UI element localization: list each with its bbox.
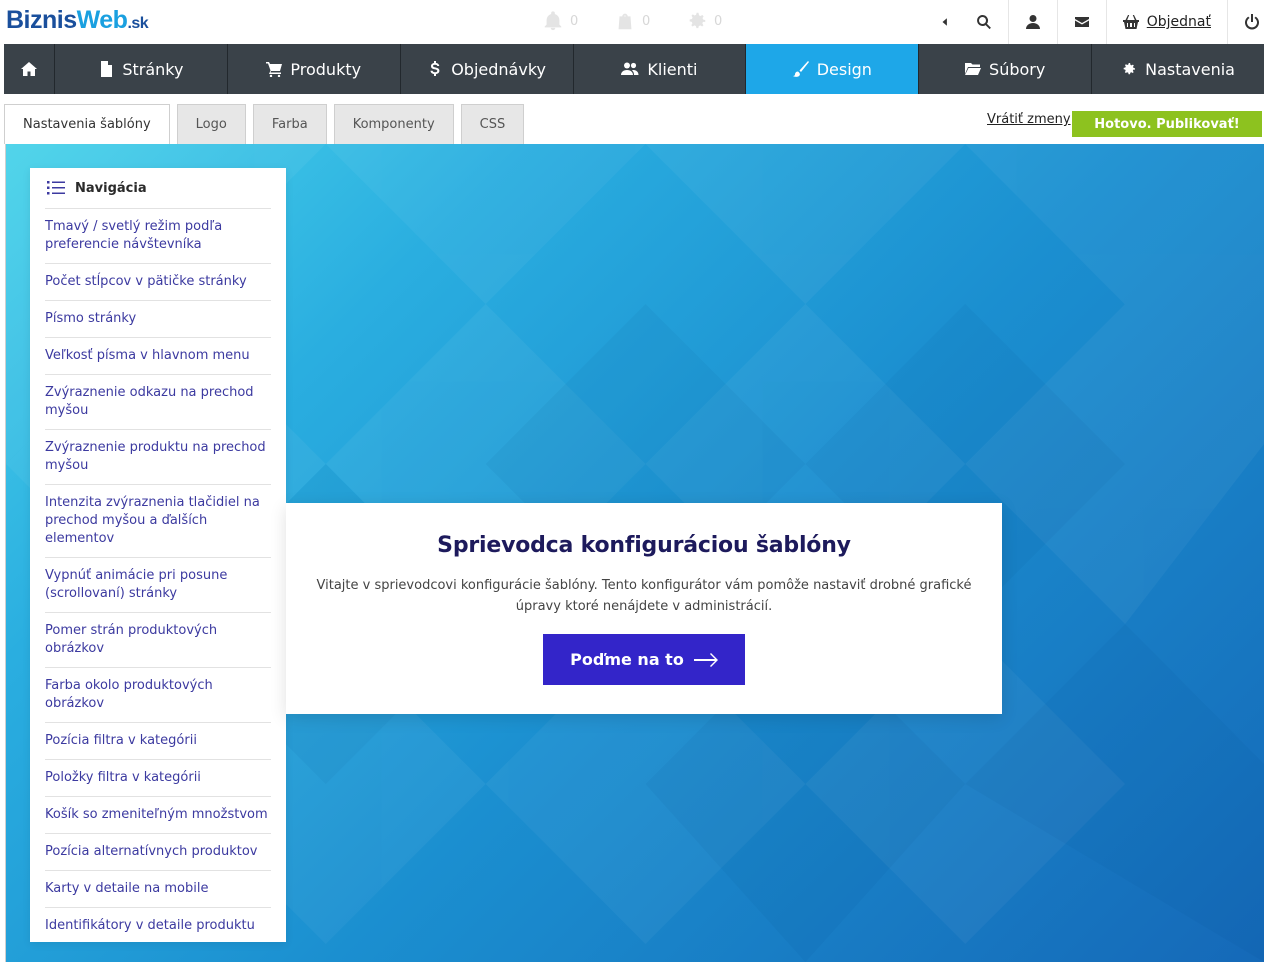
nav-link-filter-position[interactable]: Pozícia filtra v kategórii — [45, 723, 271, 760]
nav-link-product-identifiers[interactable]: Identifikátory v detaile produktu — [45, 908, 271, 944]
nav-orders-label: Objednávky — [451, 59, 546, 79]
dollar-icon — [430, 61, 440, 76]
list-icon — [47, 181, 65, 195]
navigation-header: Navigácia — [45, 168, 271, 209]
notification-bell[interactable]: 0 — [542, 10, 578, 32]
envelope-icon — [1074, 17, 1089, 27]
tab-css[interactable]: CSS — [460, 104, 525, 144]
notification-count: 0 — [642, 13, 651, 29]
nav-settings-label: Nastavenia — [1145, 59, 1235, 79]
nav-files-label: Súbory — [989, 59, 1046, 79]
notification-count: 0 — [714, 13, 723, 29]
start-wizard-label: Poďme na to — [570, 650, 684, 669]
tab-template-settings[interactable]: Nastavenia šablóny — [4, 104, 170, 144]
nav-link-link-hover[interactable]: Zvýraznenie odkazu na prechod myšou — [45, 375, 271, 430]
navigation-title: Navigácia — [75, 180, 147, 196]
tab-color[interactable]: Farba — [252, 104, 327, 144]
logout-button[interactable] — [1227, 0, 1270, 44]
notification-count: 0 — [570, 13, 579, 29]
order-link[interactable]: Objednať — [1147, 14, 1211, 30]
nav-link-alternative-products[interactable]: Pozícia alternatívnych produktov — [45, 834, 271, 871]
nav-link-product-hover[interactable]: Zvýraznenie produktu na prechod myšou — [45, 430, 271, 485]
nav-pages[interactable]: Stránky — [55, 44, 228, 94]
nav-link-menu-font-size[interactable]: Veľkosť písma v hlavnom menu — [45, 338, 271, 375]
toolbar: Objednať — [930, 0, 1270, 44]
notification-settings[interactable]: 0 — [686, 10, 722, 32]
design-tabs: Nastavenia šablóny Logo Farba Komponenty… — [4, 104, 525, 144]
bell-icon — [544, 11, 562, 31]
brand-logo[interactable]: BiznisWeb.sk — [6, 6, 149, 35]
nav-link-button-hover-intensity[interactable]: Intenzita zvýraznenia tlačidiel na prech… — [45, 485, 271, 558]
caret-left-icon — [942, 18, 947, 26]
page-icon — [101, 61, 113, 77]
nav-orders[interactable]: Objednávky — [401, 44, 574, 94]
revert-changes-link[interactable]: Vrátiť zmeny — [987, 112, 1071, 127]
nav-home[interactable] — [4, 44, 55, 94]
nav-link-disable-animations[interactable]: Vypnúť animácie pri posune (scrollovaní)… — [45, 558, 271, 613]
messages-button[interactable] — [1056, 0, 1106, 44]
wizard-description: Vitajte v sprievodcovi konfigurácie šabl… — [316, 578, 972, 614]
publish-button[interactable]: Hotovo. Publikovať! — [1072, 111, 1262, 137]
nav-products-label: Produkty — [290, 59, 362, 79]
nav-pages-label: Stránky — [122, 59, 184, 79]
search-icon — [976, 15, 991, 30]
gear-icon — [689, 12, 706, 29]
nav-link-image-background[interactable]: Farba okolo produktových obrázkov — [45, 668, 271, 723]
navigation-panel: Navigácia Tmavý / svetlý režim podľa pre… — [30, 168, 286, 942]
tab-components[interactable]: Komponenty — [333, 104, 454, 144]
main-navigation: Stránky Produkty Objednávky Klienti Desi… — [4, 44, 1264, 94]
nav-products[interactable]: Produkty — [228, 44, 401, 94]
start-wizard-button[interactable]: Poďme na to — [543, 634, 745, 685]
brush-icon — [792, 61, 809, 77]
nav-clients[interactable]: Klienti — [574, 44, 747, 94]
nav-link-mobile-tabs[interactable]: Karty v detaile na mobile — [45, 871, 271, 908]
arrow-right-icon — [693, 652, 718, 667]
order-button[interactable]: Objednať — [1105, 0, 1227, 44]
cog-icon — [1123, 63, 1136, 75]
collapse-button[interactable] — [930, 0, 960, 44]
users-icon — [621, 62, 639, 75]
notification-orders[interactable]: 0 — [614, 10, 650, 32]
nav-link-dark-mode[interactable]: Tmavý / svetlý režim podľa preferencie n… — [45, 209, 271, 264]
nav-link-image-ratio[interactable]: Pomer strán produktových obrázkov — [45, 613, 271, 668]
nav-link-page-font[interactable]: Písmo stránky — [45, 301, 271, 338]
nav-link-filter-items[interactable]: Položky filtra v kategórii — [45, 760, 271, 797]
top-bar: BiznisWeb.sk 0 0 0 Objednať — [0, 0, 1270, 44]
nav-files[interactable]: Súbory — [919, 44, 1093, 94]
nav-design[interactable]: Design — [746, 44, 920, 94]
nav-settings[interactable]: Nastavenia — [1092, 44, 1264, 94]
tab-logo[interactable]: Logo — [176, 104, 246, 144]
basket-icon — [1122, 15, 1139, 29]
folder-icon — [965, 63, 982, 75]
power-icon — [1245, 14, 1259, 30]
user-button[interactable] — [1007, 0, 1057, 44]
cart-icon — [266, 62, 283, 77]
wizard-card: Sprievodca konfiguráciou šablóny Vitajte… — [286, 503, 1002, 714]
nav-link-cart-quantity[interactable]: Košík so zmeniteľným množstvom — [45, 797, 271, 834]
nav-design-label: Design — [816, 59, 872, 79]
search-button[interactable] — [960, 0, 1008, 44]
nav-link-footer-columns[interactable]: Počet stĺpcov v pätičke stránky — [45, 264, 271, 301]
bag-icon — [618, 13, 632, 30]
nav-clients-label: Klienti — [647, 59, 698, 79]
wizard-title: Sprievodca konfiguráciou šablóny — [437, 533, 851, 558]
home-icon — [20, 62, 37, 76]
user-icon — [1025, 15, 1040, 29]
